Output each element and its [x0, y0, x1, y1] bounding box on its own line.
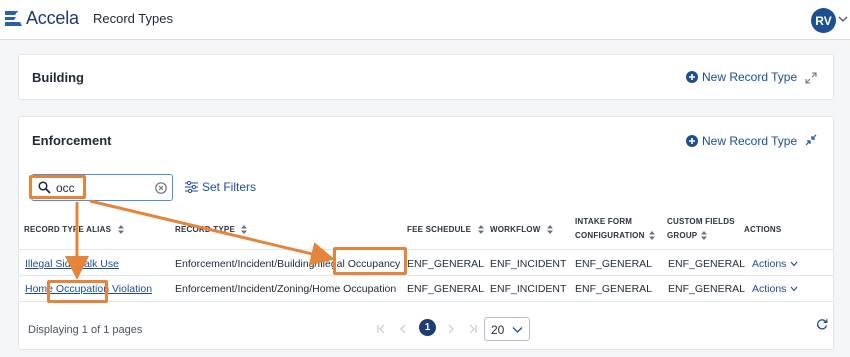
- header-label: GROUP: [667, 231, 698, 240]
- custom-fields-cell: ENF_GENERAL: [668, 258, 746, 270]
- row-divider: [19, 301, 833, 302]
- first-page-icon[interactable]: [376, 324, 386, 334]
- record-type-cell: Enforcement/Incident/Zoning/Home Occupat…: [175, 283, 397, 295]
- new-record-type-label: New Record Type: [702, 70, 798, 84]
- header-label: FEE SCHEDULE: [407, 225, 472, 234]
- header-label: CUSTOM FIELDS: [667, 217, 735, 226]
- next-page-icon[interactable]: [446, 324, 456, 334]
- header-custom-fields[interactable]: CUSTOM FIELDS GROUP: [667, 215, 735, 243]
- chevron-down-icon: [791, 261, 798, 267]
- building-new-record-type-button[interactable]: New Record Type: [686, 70, 797, 84]
- row-divider: [19, 249, 833, 250]
- accela-logo[interactable]: Accela: [4, 8, 79, 29]
- sort-icon: [701, 231, 708, 241]
- header-intake-form[interactable]: INTAKE FORM CONFIGURATION: [575, 215, 655, 243]
- collapse-icon[interactable]: [805, 134, 817, 146]
- header-record-type[interactable]: RECORD TYPE: [175, 223, 248, 237]
- set-filters-button[interactable]: Set Filters: [185, 180, 256, 194]
- header-label: INTAKE FORM: [575, 217, 633, 226]
- actions-dropdown[interactable]: Actions: [752, 258, 798, 270]
- fee-schedule-cell: ENF_GENERAL: [407, 258, 485, 270]
- chevron-down-icon[interactable]: [838, 14, 848, 24]
- header-label: WORKFLOW: [490, 225, 541, 234]
- expand-icon[interactable]: [805, 72, 817, 84]
- set-filters-label: Set Filters: [202, 180, 257, 194]
- building-card: Building New Record Type: [18, 54, 834, 100]
- enforcement-new-record-type-button[interactable]: New Record Type: [686, 134, 797, 148]
- enforcement-title: Enforcement: [32, 133, 112, 148]
- avatar-initials: RV: [815, 13, 832, 28]
- plus-circle-icon: [686, 71, 698, 83]
- page-size-value: 20: [491, 323, 505, 337]
- page-title: Record Types: [93, 11, 173, 26]
- header-actions: ACTIONS: [744, 223, 781, 237]
- header-label: CONFIGURATION: [575, 231, 645, 240]
- fee-schedule-cell: ENF_GENERAL: [407, 283, 485, 295]
- intake-form-cell: ENF_GENERAL: [575, 258, 653, 270]
- row-divider: [19, 275, 833, 276]
- clear-icon[interactable]: [155, 182, 167, 194]
- intake-form-cell: ENF_GENERAL: [575, 283, 653, 295]
- header-label: RECORD TYPE ALIAS: [24, 225, 112, 234]
- chevron-down-icon: [512, 327, 523, 333]
- sort-icon: [648, 231, 655, 241]
- search-highlight-box: [29, 175, 86, 199]
- enforcement-card: Enforcement New Record Type Set Filters …: [18, 116, 834, 350]
- prev-page-icon[interactable]: [398, 324, 408, 334]
- header-workflow[interactable]: WORKFLOW: [490, 223, 553, 237]
- custom-fields-cell: ENF_GENERAL: [668, 283, 746, 295]
- record-type-highlight-box: [333, 247, 407, 275]
- chevron-down-icon: [791, 286, 798, 292]
- avatar[interactable]: RV: [811, 8, 836, 33]
- workflow-cell: ENF_INCIDENT: [490, 283, 567, 295]
- refresh-icon[interactable]: [816, 318, 828, 330]
- alias-highlight-box: [47, 280, 108, 303]
- current-page-button[interactable]: 1: [419, 319, 436, 336]
- sort-icon: [477, 225, 484, 235]
- new-record-type-label: New Record Type: [702, 134, 798, 148]
- last-page-icon[interactable]: [468, 324, 478, 334]
- plus-circle-icon: [686, 135, 698, 147]
- sort-icon: [117, 225, 124, 235]
- header-fee-schedule[interactable]: FEE SCHEDULE: [407, 223, 484, 237]
- actions-dropdown[interactable]: Actions: [752, 283, 798, 295]
- top-bar: Accela Record Types RV: [0, 0, 850, 40]
- pagination-summary: Displaying 1 of 1 pages: [28, 324, 143, 336]
- accela-logo-icon: [5, 11, 22, 26]
- page-number: 1: [424, 322, 431, 333]
- building-title: Building: [32, 70, 84, 85]
- header-record-type-alias[interactable]: RECORD TYPE ALIAS: [24, 223, 124, 237]
- header-label: RECORD TYPE: [175, 225, 235, 234]
- filter-icon: [185, 181, 198, 193]
- workflow-cell: ENF_INCIDENT: [490, 258, 567, 270]
- sort-icon: [241, 225, 248, 235]
- sort-icon: [546, 225, 553, 235]
- actions-label: Actions: [752, 283, 787, 295]
- actions-label: Actions: [752, 258, 787, 270]
- record-alias-link[interactable]: Illegal Sidewalk Use: [25, 258, 119, 270]
- logo-text: Accela: [26, 8, 79, 28]
- header-label: ACTIONS: [744, 225, 782, 234]
- page-size-select[interactable]: 20: [484, 317, 530, 341]
